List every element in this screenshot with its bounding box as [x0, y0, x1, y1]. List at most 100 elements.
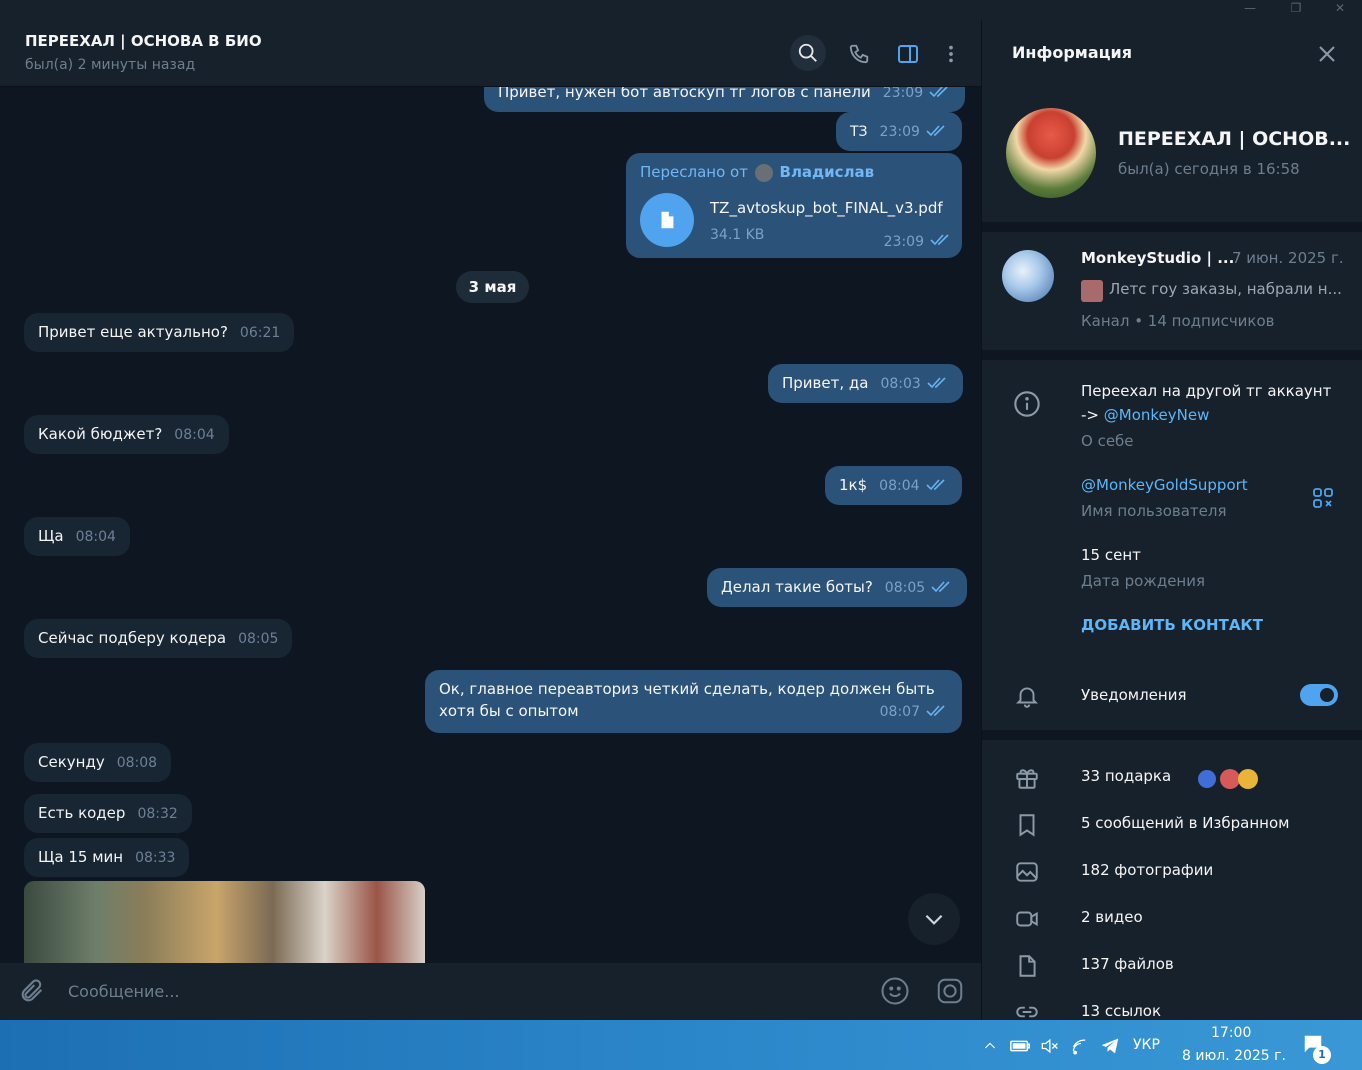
notifications-toggle[interactable]: [1300, 684, 1338, 706]
message-time: 23:09: [883, 234, 924, 250]
gift-thumbnails: [1198, 767, 1262, 791]
birthday-label: Дата рождения: [1081, 572, 1205, 590]
bio-arrow: ->: [1081, 406, 1099, 424]
telegram-tray-button[interactable]: [1099, 1035, 1121, 1057]
media-files[interactable]: 137 файлов: [1081, 955, 1174, 973]
more-vertical-icon: [949, 45, 953, 63]
message-list[interactable]: Привет, нужен бот автоскуп тг логов с па…: [0, 87, 981, 963]
notifications-label: Уведомления: [1081, 686, 1187, 704]
close-panel-button[interactable]: [1315, 42, 1339, 70]
forwarded-label: Переслано от: [640, 163, 748, 181]
telegram-icon: [1101, 1038, 1119, 1054]
channel-avatar[interactable]: [1002, 250, 1054, 302]
media-videos[interactable]: 2 видео: [1081, 908, 1143, 926]
file-name[interactable]: TZ_avtoskup_bot_FINAL_v3.pdf: [710, 197, 943, 219]
bookmark-icon: [1012, 810, 1042, 840]
read-ticks-icon: [931, 577, 953, 599]
message-outgoing[interactable]: Привет, нужен бот автоскуп тг логов с па…: [484, 87, 966, 112]
message-incoming[interactable]: Привет еще актуально? 06:21: [24, 313, 295, 352]
gift-icon: [1012, 763, 1042, 793]
username-link[interactable]: @MonkeyGoldSupport: [1081, 476, 1248, 494]
media-gifts[interactable]: 33 подарка: [1081, 767, 1171, 785]
read-ticks-icon: [930, 231, 952, 253]
volume-button[interactable]: [1038, 1035, 1060, 1057]
profile-name: ПЕРЕЕХАЛ | ОСНОВ...: [1118, 128, 1351, 150]
media-saved[interactable]: 5 сообщений в Избранном: [1081, 814, 1289, 832]
read-ticks-icon: [929, 87, 951, 104]
minimize-button[interactable]: —: [1230, 0, 1270, 20]
restore-button[interactable]: ❐: [1276, 0, 1316, 20]
forwarded-file-message[interactable]: Переслано от Владислав TZ_avtoskup_bot_F…: [626, 153, 962, 258]
attach-button[interactable]: [18, 977, 46, 1009]
file-download-button[interactable]: [640, 193, 694, 247]
date-divider: 3 мая: [456, 271, 529, 303]
username-label: Имя пользователя: [1081, 502, 1227, 520]
info-panel: Информация ПЕРЕЕХАЛ | ОСНОВ... был(а) се…: [981, 20, 1362, 1020]
message-outgoing[interactable]: ТЗ 23:09: [836, 112, 962, 151]
chat-title[interactable]: ПЕРЕЕХАЛ | ОСНОВА В БИО: [25, 32, 262, 50]
bio-link[interactable]: @MonkeyNew: [1104, 406, 1210, 424]
message-incoming[interactable]: Сейчас подберу кодера 08:05: [24, 619, 293, 658]
qr-code-icon: [1313, 488, 1333, 508]
file-size: 34.1 KB: [710, 227, 765, 243]
message-incoming[interactable]: Ща 08:04: [24, 517, 130, 556]
channel-preview: Летс гоу заказы, набрали н...: [1109, 280, 1342, 298]
composer: [0, 963, 981, 1020]
media-photos[interactable]: 182 фотографии: [1081, 861, 1213, 879]
read-ticks-icon: [927, 373, 949, 395]
birthday-value: 15 сент: [1081, 546, 1141, 564]
close-window-button[interactable]: ✕: [1320, 0, 1360, 20]
message-outgoing[interactable]: Делал такие боты? 08:05: [707, 568, 968, 607]
file-icon: [1012, 951, 1042, 981]
channel-date: 7 июн. 2025 г.: [1232, 249, 1344, 267]
phone-icon: [849, 44, 869, 64]
volume-muted-icon: [1041, 1038, 1058, 1054]
battery-button[interactable]: [1009, 1035, 1031, 1057]
os-taskbar: УКР 17:00 8 июл. 2025 г. 1: [0, 1020, 1362, 1070]
network-button[interactable]: [1070, 1035, 1092, 1057]
sidebar-icon: [898, 45, 918, 63]
keyboard-language[interactable]: УКР: [1133, 1037, 1160, 1053]
message-outgoing[interactable]: Ок, главное переавториз четкий сделать, …: [425, 670, 962, 733]
profile-status: был(а) сегодня в 16:58: [1118, 160, 1300, 178]
read-ticks-icon: [926, 121, 948, 143]
photo-message[interactable]: [24, 881, 425, 963]
channel-preview-thumb: [1081, 280, 1103, 302]
record-video-button[interactable]: [935, 976, 965, 1010]
paperclip-icon: [21, 979, 43, 1002]
message-incoming[interactable]: Какой бюджет? 08:04: [24, 415, 229, 454]
message-outgoing[interactable]: Привет, да 08:03: [768, 364, 963, 403]
message-outgoing[interactable]: 1к$ 08:04: [825, 466, 962, 505]
taskbar-date[interactable]: 8 июл. 2025 г.: [1182, 1048, 1286, 1064]
forwarded-from-name[interactable]: Владислав: [780, 163, 875, 181]
message-incoming[interactable]: Есть кодер 08:32: [24, 794, 192, 833]
window-titlebar: — ❐ ✕: [0, 0, 1362, 20]
search-icon: [798, 43, 817, 62]
smile-icon: [881, 977, 909, 1005]
message-input[interactable]: [58, 975, 858, 1007]
toggle-sidebar-button[interactable]: [892, 38, 924, 70]
tray-expand-button[interactable]: [979, 1035, 1001, 1057]
more-menu-button[interactable]: [935, 38, 967, 70]
channel-name[interactable]: MonkeyStudio | ...: [1081, 249, 1234, 267]
chevron-up-icon: [984, 1042, 996, 1049]
qr-code-button[interactable]: [1311, 486, 1335, 514]
forwarded-avatar: [754, 163, 773, 182]
taskbar-time[interactable]: 17:00: [1211, 1025, 1251, 1041]
bio-label: О себе: [1081, 432, 1134, 450]
emoji-button[interactable]: [880, 976, 910, 1010]
scroll-to-bottom-button[interactable]: [908, 893, 960, 945]
message-incoming[interactable]: Ща 15 мин 08:33: [24, 838, 190, 877]
add-contact-button[interactable]: ДОБАВИТЬ КОНТАКТ: [1081, 616, 1263, 634]
profile-avatar[interactable]: [1006, 108, 1096, 198]
search-button[interactable]: [790, 35, 826, 71]
call-button[interactable]: [843, 38, 875, 70]
read-ticks-icon: [926, 701, 948, 723]
wifi-icon: [1072, 1039, 1086, 1055]
link-icon: [1012, 997, 1042, 1020]
notification-count-badge: 1: [1313, 1046, 1331, 1064]
media-links[interactable]: 13 ссылок: [1081, 1002, 1161, 1020]
chat-header: ПЕРЕЕХАЛ | ОСНОВА В БИО был(а) 2 минуты …: [0, 20, 981, 87]
message-incoming[interactable]: Секунду 08:08: [24, 743, 172, 782]
battery-icon: [1010, 1040, 1030, 1052]
